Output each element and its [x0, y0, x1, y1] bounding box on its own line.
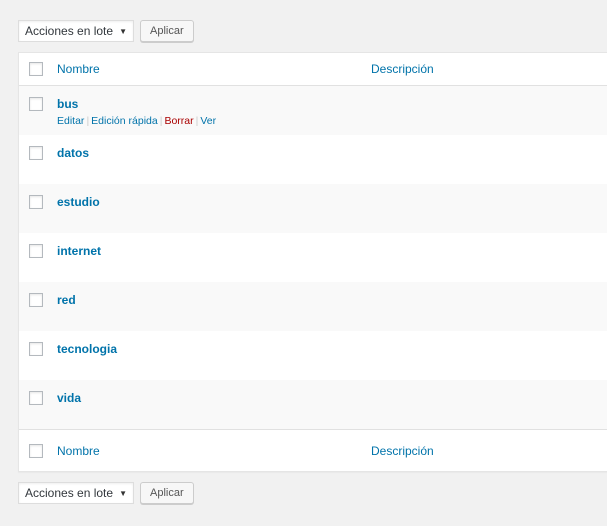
bulk-actions-select-value: Acciones en lote [25, 486, 114, 500]
tag-name-link[interactable]: datos [57, 146, 89, 160]
tag-name-link[interactable]: internet [57, 244, 101, 258]
row-checkbox[interactable] [29, 146, 43, 160]
table-row: tecnologia [19, 331, 607, 380]
table-footer: Nombre Descripción [19, 429, 607, 471]
row-actions: Editar | Edición rápida | Borrar | Ver [57, 115, 216, 127]
column-footer-name[interactable]: Nombre [57, 444, 100, 458]
chevron-down-icon: ▼ [119, 26, 127, 36]
bulk-actions-bottom: Acciones en lote ▼ Aplicar [18, 482, 194, 504]
apply-button-bottom[interactable]: Aplicar [139, 482, 194, 504]
column-header-description[interactable]: Descripción [371, 62, 434, 76]
bulk-actions-select-value: Acciones en lote [25, 24, 114, 38]
column-footer-description[interactable]: Descripción [371, 444, 434, 458]
tags-table: Nombre Descripción bus Editar | Edición rá… [18, 52, 607, 472]
tag-name-link[interactable]: tecnologia [57, 342, 117, 356]
table-row: bus Editar | Edición rápida | Borrar | Ver [19, 86, 607, 135]
row-checkbox[interactable] [29, 342, 43, 356]
tag-name-link[interactable]: vida [57, 391, 81, 405]
tag-name-link[interactable]: red [57, 293, 76, 307]
tag-name-link[interactable]: estudio [57, 195, 100, 209]
delete-link[interactable]: Borrar [164, 115, 193, 127]
chevron-down-icon: ▼ [119, 488, 127, 498]
table-row: red [19, 282, 607, 331]
table-row: estudio [19, 184, 607, 233]
row-checkbox[interactable] [29, 195, 43, 209]
table-row: vida [19, 380, 607, 429]
table-row: datos [19, 135, 607, 184]
column-header-name[interactable]: Nombre [57, 62, 100, 76]
row-checkbox[interactable] [29, 293, 43, 307]
bulk-actions-select-bottom[interactable]: Acciones en lote ▼ [18, 482, 134, 504]
table-header: Nombre Descripción [19, 53, 607, 86]
select-all-checkbox[interactable] [29, 62, 43, 76]
apply-button-top[interactable]: Aplicar [139, 20, 194, 42]
view-link[interactable]: Ver [200, 115, 216, 127]
bulk-actions-select-top[interactable]: Acciones en lote ▼ [18, 20, 134, 42]
tag-name-link[interactable]: bus [57, 97, 78, 111]
quick-edit-link[interactable]: Edición rápida [91, 115, 158, 127]
edit-link[interactable]: Editar [57, 115, 84, 127]
row-checkbox[interactable] [29, 244, 43, 258]
bulk-actions-top: Acciones en lote ▼ Aplicar [18, 20, 194, 42]
row-checkbox[interactable] [29, 97, 43, 111]
row-checkbox[interactable] [29, 391, 43, 405]
select-all-checkbox-footer[interactable] [29, 443, 43, 458]
table-row: internet [19, 233, 607, 282]
